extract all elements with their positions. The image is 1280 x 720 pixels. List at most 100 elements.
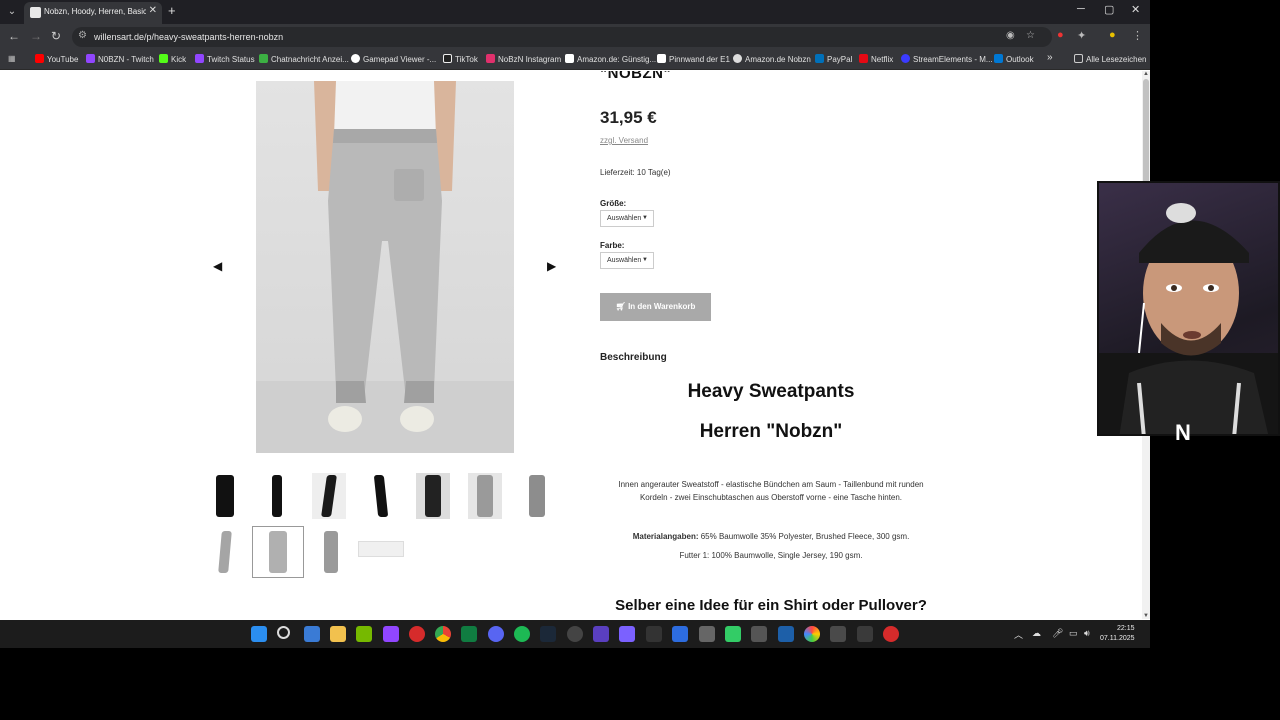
- shipping-link[interactable]: zzgl. Versand: [600, 136, 648, 145]
- thumbnail-3[interactable]: [312, 473, 346, 519]
- idea-heading: Selber eine Idee für ein Shirt oder Pull…: [615, 597, 927, 614]
- thumbnail-2[interactable]: [260, 473, 294, 519]
- active-tab[interactable]: Nobzn, Hoody, Herren, Basic, M ✕: [24, 2, 162, 24]
- thumbnail-11[interactable]: [358, 541, 404, 557]
- bookmark-amazon[interactable]: Amazon.de: Günstig...: [565, 54, 656, 64]
- site-info-icon[interactable]: ⚙: [78, 30, 87, 41]
- profile-avatar-icon[interactable]: ●: [1109, 29, 1116, 41]
- paypal-icon: [815, 54, 824, 63]
- app-green-icon[interactable]: [725, 626, 741, 642]
- app-v-icon[interactable]: [778, 626, 794, 642]
- minimize-button[interactable]: ─: [1077, 3, 1085, 15]
- gallery-next-arrow[interactable]: ▶: [547, 259, 556, 273]
- reload-icon[interactable]: ↻: [51, 29, 61, 43]
- bookmark-youtube[interactable]: YouTube: [35, 54, 78, 64]
- color-select[interactable]: Auswählen ▼: [600, 252, 654, 269]
- size-select[interactable]: Auswählen ▼: [600, 210, 654, 227]
- thumbnail-image: [269, 531, 287, 573]
- bookmark-streamelements[interactable]: StreamElements - M...: [901, 54, 993, 64]
- bookmark-kick[interactable]: Kick: [159, 54, 186, 64]
- material-text: 65% Baumwolle 35% Polyester, Brushed Fle…: [700, 532, 910, 541]
- scroll-up-icon[interactable]: ▲: [1143, 71, 1149, 77]
- app-record-icon[interactable]: [883, 626, 899, 642]
- eye-off-icon[interactable]: ◉: [1006, 30, 1015, 41]
- bookmark-outlook[interactable]: Outlook: [994, 54, 1034, 64]
- app-violet-icon[interactable]: [619, 626, 635, 642]
- close-window-button[interactable]: ✕: [1131, 3, 1140, 16]
- app-grey-icon[interactable]: [699, 626, 715, 642]
- file-explorer-icon[interactable]: [330, 626, 346, 642]
- back-icon[interactable]: ←: [8, 29, 20, 43]
- menu-kebab-icon[interactable]: ⋮: [1132, 29, 1143, 42]
- new-tab-button[interactable]: +: [168, 3, 176, 18]
- app-media-icon[interactable]: [751, 626, 767, 642]
- address-bar[interactable]: ⚙ willensart.de/p/heavy-sweatpants-herre…: [72, 27, 1052, 47]
- start-icon[interactable]: [251, 626, 267, 642]
- bookmark-twitch-status[interactable]: Twitch Status: [195, 54, 255, 64]
- clock-time: 22:15: [1116, 625, 1135, 632]
- app-purple-icon[interactable]: [593, 626, 609, 642]
- thumbnail-7[interactable]: [520, 473, 554, 519]
- volume-icon[interactable]: 🔊︎: [1084, 628, 1090, 639]
- thumbnail-5[interactable]: [416, 473, 450, 519]
- thumbnail-image: [425, 475, 441, 517]
- spotify-icon[interactable]: [514, 626, 530, 642]
- app-chat-icon[interactable]: [857, 626, 873, 642]
- bookmarks-more-icon[interactable]: »: [1047, 52, 1053, 63]
- streamer-webcam-image: [1099, 203, 1278, 434]
- maximize-button[interactable]: ▢: [1104, 3, 1114, 16]
- cloud-icon[interactable]: ☁︎: [1032, 628, 1041, 639]
- microphone-icon[interactable]: 🎤︎: [1052, 628, 1063, 639]
- app-dark-icon[interactable]: [646, 626, 662, 642]
- bookmark-tiktok[interactable]: TikTok: [443, 54, 478, 64]
- description-heading: Beschreibung: [600, 352, 667, 363]
- nvidia-icon[interactable]: [356, 626, 372, 642]
- tab-search-icon[interactable]: ⌄: [4, 4, 20, 20]
- settings-gear-icon[interactable]: [567, 626, 583, 642]
- apps-grid-icon[interactable]: ▦: [8, 54, 16, 63]
- thumbnail-1[interactable]: [208, 473, 242, 519]
- thumbnail-10[interactable]: [312, 529, 346, 575]
- scroll-down-icon[interactable]: ▼: [1143, 613, 1149, 619]
- excel-icon[interactable]: [461, 626, 477, 642]
- thumbnail-9-selected[interactable]: [252, 526, 304, 578]
- bookmark-twitch[interactable]: N0BZN - Twitch: [86, 54, 154, 64]
- app-tool-icon[interactable]: [830, 626, 846, 642]
- twitch-app-icon[interactable]: [383, 626, 399, 642]
- steam-icon[interactable]: [540, 626, 556, 642]
- color-label: Farbe:: [600, 241, 625, 250]
- bookmark-amazon-nobzn[interactable]: Amazon.de Nobzn: [733, 54, 811, 64]
- folder-icon: [1074, 54, 1083, 63]
- chrome-icon[interactable]: [435, 626, 451, 642]
- bookmark-gamepad-viewer[interactable]: Gamepad Viewer -...: [351, 54, 436, 64]
- extensions-puzzle-icon[interactable]: ✦: [1077, 29, 1086, 42]
- bookmark-instagram[interactable]: NoBzN Instagram: [486, 54, 561, 64]
- bookmark-netflix[interactable]: Netflix: [859, 54, 893, 64]
- product-main-image[interactable]: [256, 81, 514, 453]
- bookmarks-bar: ▦ YouTube N0BZN - Twitch Kick Twitch Sta…: [0, 50, 1150, 70]
- taskbar-clock[interactable]: 22:15 07.11.2025: [1100, 624, 1135, 644]
- discord-icon[interactable]: [488, 626, 504, 642]
- add-to-cart-button[interactable]: 🛒︎ In den Warenkorb: [600, 293, 711, 321]
- tray-expand-icon[interactable]: ︿: [1014, 628, 1023, 641]
- extension-icon[interactable]: ●: [1057, 29, 1064, 41]
- thumbnail-8[interactable]: [208, 529, 242, 575]
- gallery-prev-arrow[interactable]: ◀: [213, 259, 222, 273]
- bookmark-star-icon[interactable]: ☆: [1026, 30, 1035, 41]
- add-to-cart-label: In den Warenkorb: [628, 302, 696, 311]
- search-icon[interactable]: [277, 626, 290, 639]
- tab-close-icon[interactable]: ✕: [149, 5, 157, 16]
- bookmark-pinnwand[interactable]: Pinnwand der E1: [657, 54, 730, 64]
- app-red-icon[interactable]: [409, 626, 425, 642]
- bookmark-paypal[interactable]: PayPal: [815, 54, 852, 64]
- app-blue-icon[interactable]: [672, 626, 688, 642]
- thumbnail-4[interactable]: [364, 473, 398, 519]
- bookmark-chatnachricht[interactable]: Chatnachricht Anzei...: [259, 54, 349, 64]
- network-icon[interactable]: ▭: [1069, 628, 1078, 639]
- forward-icon[interactable]: →: [30, 29, 42, 43]
- all-bookmarks[interactable]: Alle Lesezeichen: [1074, 54, 1146, 64]
- thumbnail-image: [324, 531, 338, 573]
- thumbnail-6[interactable]: [468, 473, 502, 519]
- mail-icon[interactable]: [304, 626, 320, 642]
- app-color-icon[interactable]: [804, 626, 820, 642]
